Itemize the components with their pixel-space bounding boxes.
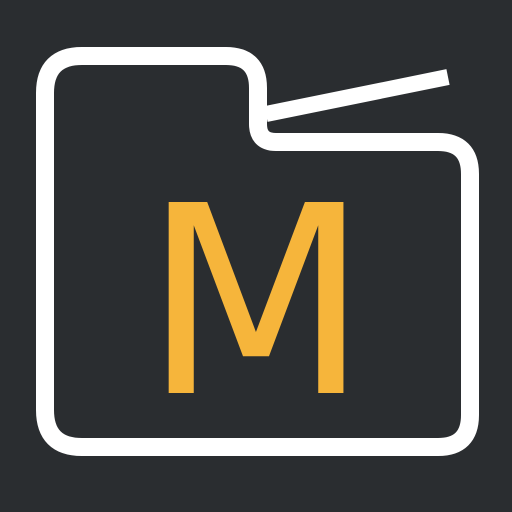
app-icon: M [0, 0, 512, 512]
app-icon-graphic: M [0, 0, 512, 512]
icon-letter: M [143, 150, 369, 455]
